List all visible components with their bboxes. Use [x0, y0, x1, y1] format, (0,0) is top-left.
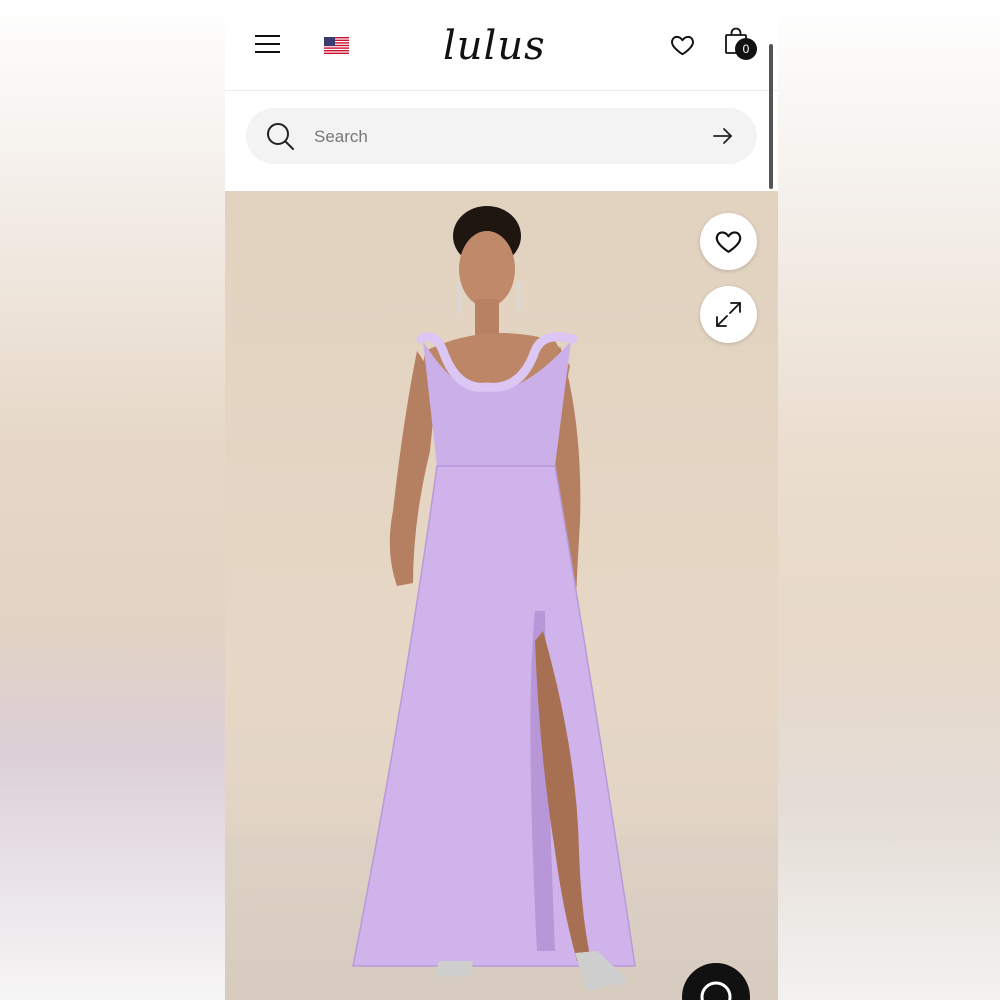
product-image[interactable]: [225, 191, 778, 1000]
logo-text: lulus: [443, 23, 546, 69]
favorite-heart-icon[interactable]: [700, 213, 757, 270]
hamburger-menu-icon[interactable]: [255, 33, 280, 55]
cart-count-badge: 0: [735, 38, 757, 60]
search-icon: [265, 121, 295, 151]
wishlist-heart-icon[interactable]: [669, 32, 696, 58]
left-blurred-background: [0, 0, 225, 1000]
search-bar[interactable]: [246, 108, 757, 164]
right-blurred-background: [778, 0, 1000, 1000]
site-header: lulus 0: [225, 0, 778, 91]
lulus-logo[interactable]: lulus: [443, 18, 563, 74]
arrow-right-icon[interactable]: [712, 126, 734, 146]
chat-bubble-icon[interactable]: [682, 963, 750, 1000]
model-in-lavender-dress: [352, 206, 636, 991]
expand-icon[interactable]: [700, 286, 757, 343]
search-input[interactable]: [312, 120, 696, 154]
mobile-page: lulus 0: [225, 0, 778, 1000]
scrollbar[interactable]: [769, 44, 773, 189]
us-flag-icon[interactable]: [324, 37, 349, 54]
